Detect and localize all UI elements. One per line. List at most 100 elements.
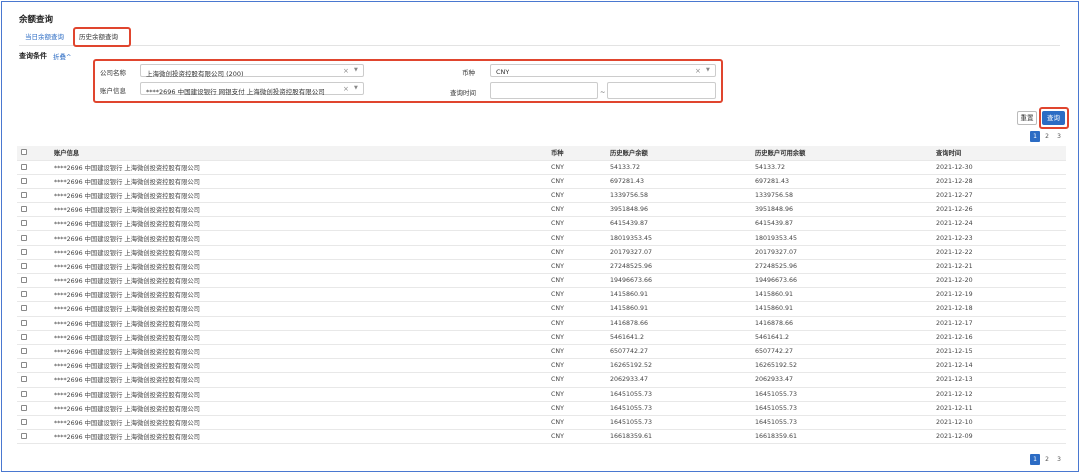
table-row[interactable]: ****2696 中国建设银行 上海微创投资控股有限公司 CNY 1416878.6…: [17, 316, 1066, 331]
table-row[interactable]: ****2696 中国建设银行 上海微创投资控股有限公司 CNY 1415860.9…: [17, 301, 1066, 317]
account-cell: ****2696 中国建设银行 上海微创投资控股有限公司: [54, 301, 551, 317]
table-row[interactable]: ****2696 中国建设银行 上海微创投资控股有限公司 CNY 1415860.9…: [17, 287, 1066, 303]
row-checkbox[interactable]: [17, 273, 54, 289]
tab-current-balance[interactable]: 当日余额查询: [25, 28, 64, 46]
date-end-input[interactable]: [607, 82, 716, 99]
row-checkbox[interactable]: [17, 301, 54, 317]
date-separator: ~: [600, 88, 606, 96]
row-checkbox[interactable]: [17, 429, 54, 445]
table-row[interactable]: ****2696 中国建设银行 上海微创投资控股有限公司 CNY 697281.43…: [17, 174, 1066, 189]
account-cell: ****2696 中国建设银行 上海微创投资控股有限公司: [54, 188, 551, 204]
date-cell: 2021-12-28: [936, 174, 1066, 189]
table-body: ****2696 中国建设银行 上海微创投资控股有限公司 CNY 54133.72 5…: [17, 160, 1066, 445]
row-checkbox[interactable]: [17, 202, 54, 218]
available-balance-cell: 5461641.2: [755, 330, 936, 345]
date-cell: 2021-12-09: [936, 429, 1066, 445]
account-select-value: ****2696 中国建设银行 网银支付 上海微创投资控股有限公司: [146, 87, 325, 96]
chevron-down-icon[interactable]: ▼: [706, 67, 710, 73]
page-button[interactable]: 3: [1054, 454, 1064, 465]
table-row[interactable]: ****2696 中国建设银行 上海微创投资控股有限公司 CNY 18019353.…: [17, 230, 1066, 246]
table-row[interactable]: ****2696 中国建设银行 上海微创投资控股有限公司 CNY 2062933.4…: [17, 372, 1066, 388]
table-row[interactable]: ****2696 中国建设银行 上海微创投资控股有限公司 CNY 16451055.…: [17, 387, 1066, 402]
chevron-down-icon[interactable]: ▼: [354, 67, 358, 73]
page-button[interactable]: 1: [1030, 131, 1040, 142]
page-button[interactable]: 2: [1042, 454, 1052, 465]
row-checkbox[interactable]: [17, 330, 54, 345]
company-select[interactable]: 上海微创投资控股有限公司 (200) × ▼: [140, 64, 364, 78]
balance-cell: 54133.72: [610, 160, 755, 175]
row-checkbox[interactable]: [17, 259, 54, 275]
column-header: 历史账户余额: [610, 146, 755, 161]
date-cell: 2021-12-14: [936, 358, 1066, 374]
tab-bar: 当日余额查询 历史余额查询: [19, 28, 1060, 46]
row-checkbox[interactable]: [17, 415, 54, 431]
conditions-label: 查询条件: [19, 52, 47, 60]
chevron-down-icon[interactable]: ▼: [354, 85, 358, 91]
reset-button[interactable]: 重置: [1017, 111, 1037, 125]
currency-select[interactable]: CNY × ▼: [490, 64, 716, 77]
table-row[interactable]: ****2696 中国建设银行 上海微创投资控股有限公司 CNY 16265192.…: [17, 358, 1066, 374]
row-checkbox[interactable]: [17, 344, 54, 360]
select-all-checkbox[interactable]: [17, 146, 54, 161]
table-row[interactable]: ****2696 中国建设银行 上海微创投资控股有限公司 CNY 5461641.2…: [17, 330, 1066, 345]
page-button[interactable]: 1: [1030, 454, 1040, 465]
row-checkbox[interactable]: [17, 216, 54, 232]
row-checkbox[interactable]: [17, 387, 54, 402]
row-checkbox[interactable]: [17, 358, 54, 374]
row-checkbox[interactable]: [17, 401, 54, 416]
row-checkbox[interactable]: [17, 287, 54, 303]
page-button[interactable]: 3: [1054, 131, 1064, 142]
balance-cell: 1415860.91: [610, 287, 755, 303]
search-highlight-box: [1039, 107, 1069, 129]
currency-cell: CNY: [551, 160, 610, 175]
table-row[interactable]: ****2696 中国建设银行 上海微创投资控股有限公司 CNY 1339756.5…: [17, 188, 1066, 204]
balance-cell: 20179327.07: [610, 245, 755, 260]
row-checkbox[interactable]: [17, 188, 54, 204]
balance-cell: 6415439.87: [610, 216, 755, 232]
balance-cell: 16451055.73: [610, 415, 755, 431]
date-cell: 2021-12-19: [936, 287, 1066, 303]
date-cell: 2021-12-21: [936, 259, 1066, 275]
available-balance-cell: 19496673.66: [755, 273, 936, 289]
account-cell: ****2696 中国建设银行 上海微创投资控股有限公司: [54, 174, 551, 189]
table-row[interactable]: ****2696 中国建设银行 上海微创投资控股有限公司 CNY 54133.72 5…: [17, 160, 1066, 175]
account-cell: ****2696 中国建设银行 上海微创投资控股有限公司: [54, 429, 551, 445]
table-row[interactable]: ****2696 中国建设银行 上海微创投资控股有限公司 CNY 16451055.…: [17, 415, 1066, 431]
currency-cell: CNY: [551, 273, 610, 289]
clear-icon[interactable]: ×: [695, 67, 701, 75]
table-row[interactable]: ****2696 中国建设银行 上海微创投资控股有限公司 CNY 16618359.…: [17, 429, 1066, 445]
account-cell: ****2696 中国建设银行 上海微创投资控股有限公司: [54, 316, 551, 331]
balance-cell: 19496673.66: [610, 273, 755, 289]
page-button[interactable]: 2: [1042, 131, 1052, 142]
row-checkbox[interactable]: [17, 316, 54, 331]
account-cell: ****2696 中国建设银行 上海微创投资控股有限公司: [54, 160, 551, 175]
clear-icon[interactable]: ×: [343, 85, 349, 93]
table-row[interactable]: ****2696 中国建设银行 上海微创投资控股有限公司 CNY 6507742.2…: [17, 344, 1066, 360]
table-row[interactable]: ****2696 中国建设银行 上海微创投资控股有限公司 CNY 6415439.8…: [17, 216, 1066, 232]
date-start-input[interactable]: [490, 82, 598, 99]
table-row[interactable]: ****2696 中国建设银行 上海微创投资控股有限公司 CNY 27248525.…: [17, 259, 1066, 275]
account-cell: ****2696 中国建设银行 上海微创投资控股有限公司: [54, 387, 551, 402]
account-cell: ****2696 中国建设银行 上海微创投资控股有限公司: [54, 273, 551, 289]
currency-cell: CNY: [551, 216, 610, 232]
collapse-toggle[interactable]: 折叠^: [53, 51, 71, 61]
currency-cell: CNY: [551, 344, 610, 360]
currency-cell: CNY: [551, 245, 610, 260]
date-cell: 2021-12-22: [936, 245, 1066, 260]
currency-cell: CNY: [551, 401, 610, 416]
row-checkbox[interactable]: [17, 174, 54, 189]
row-checkbox[interactable]: [17, 372, 54, 388]
account-select[interactable]: ****2696 中国建设银行 网银支付 上海微创投资控股有限公司 × ▼: [140, 82, 364, 96]
clear-icon[interactable]: ×: [343, 67, 349, 75]
table-row[interactable]: ****2696 中国建设银行 上海微创投资控股有限公司 CNY 3951848.9…: [17, 202, 1066, 218]
table-row[interactable]: ****2696 中国建设银行 上海微创投资控股有限公司 CNY 16451055.…: [17, 401, 1066, 416]
available-balance-cell: 16451055.73: [755, 401, 936, 416]
table-header-row: 账户信息 币种 历史账户余额 历史账户可用余额 查询时间: [17, 146, 1066, 161]
table-row[interactable]: ****2696 中国建设银行 上海微创投资控股有限公司 CNY 19496673.…: [17, 273, 1066, 289]
page-title: 余额查询: [19, 15, 54, 25]
currency-cell: CNY: [551, 429, 610, 445]
row-checkbox[interactable]: [17, 230, 54, 246]
row-checkbox[interactable]: [17, 245, 54, 260]
row-checkbox[interactable]: [17, 160, 54, 175]
table-row[interactable]: ****2696 中国建设银行 上海微创投资控股有限公司 CNY 20179327.…: [17, 245, 1066, 260]
